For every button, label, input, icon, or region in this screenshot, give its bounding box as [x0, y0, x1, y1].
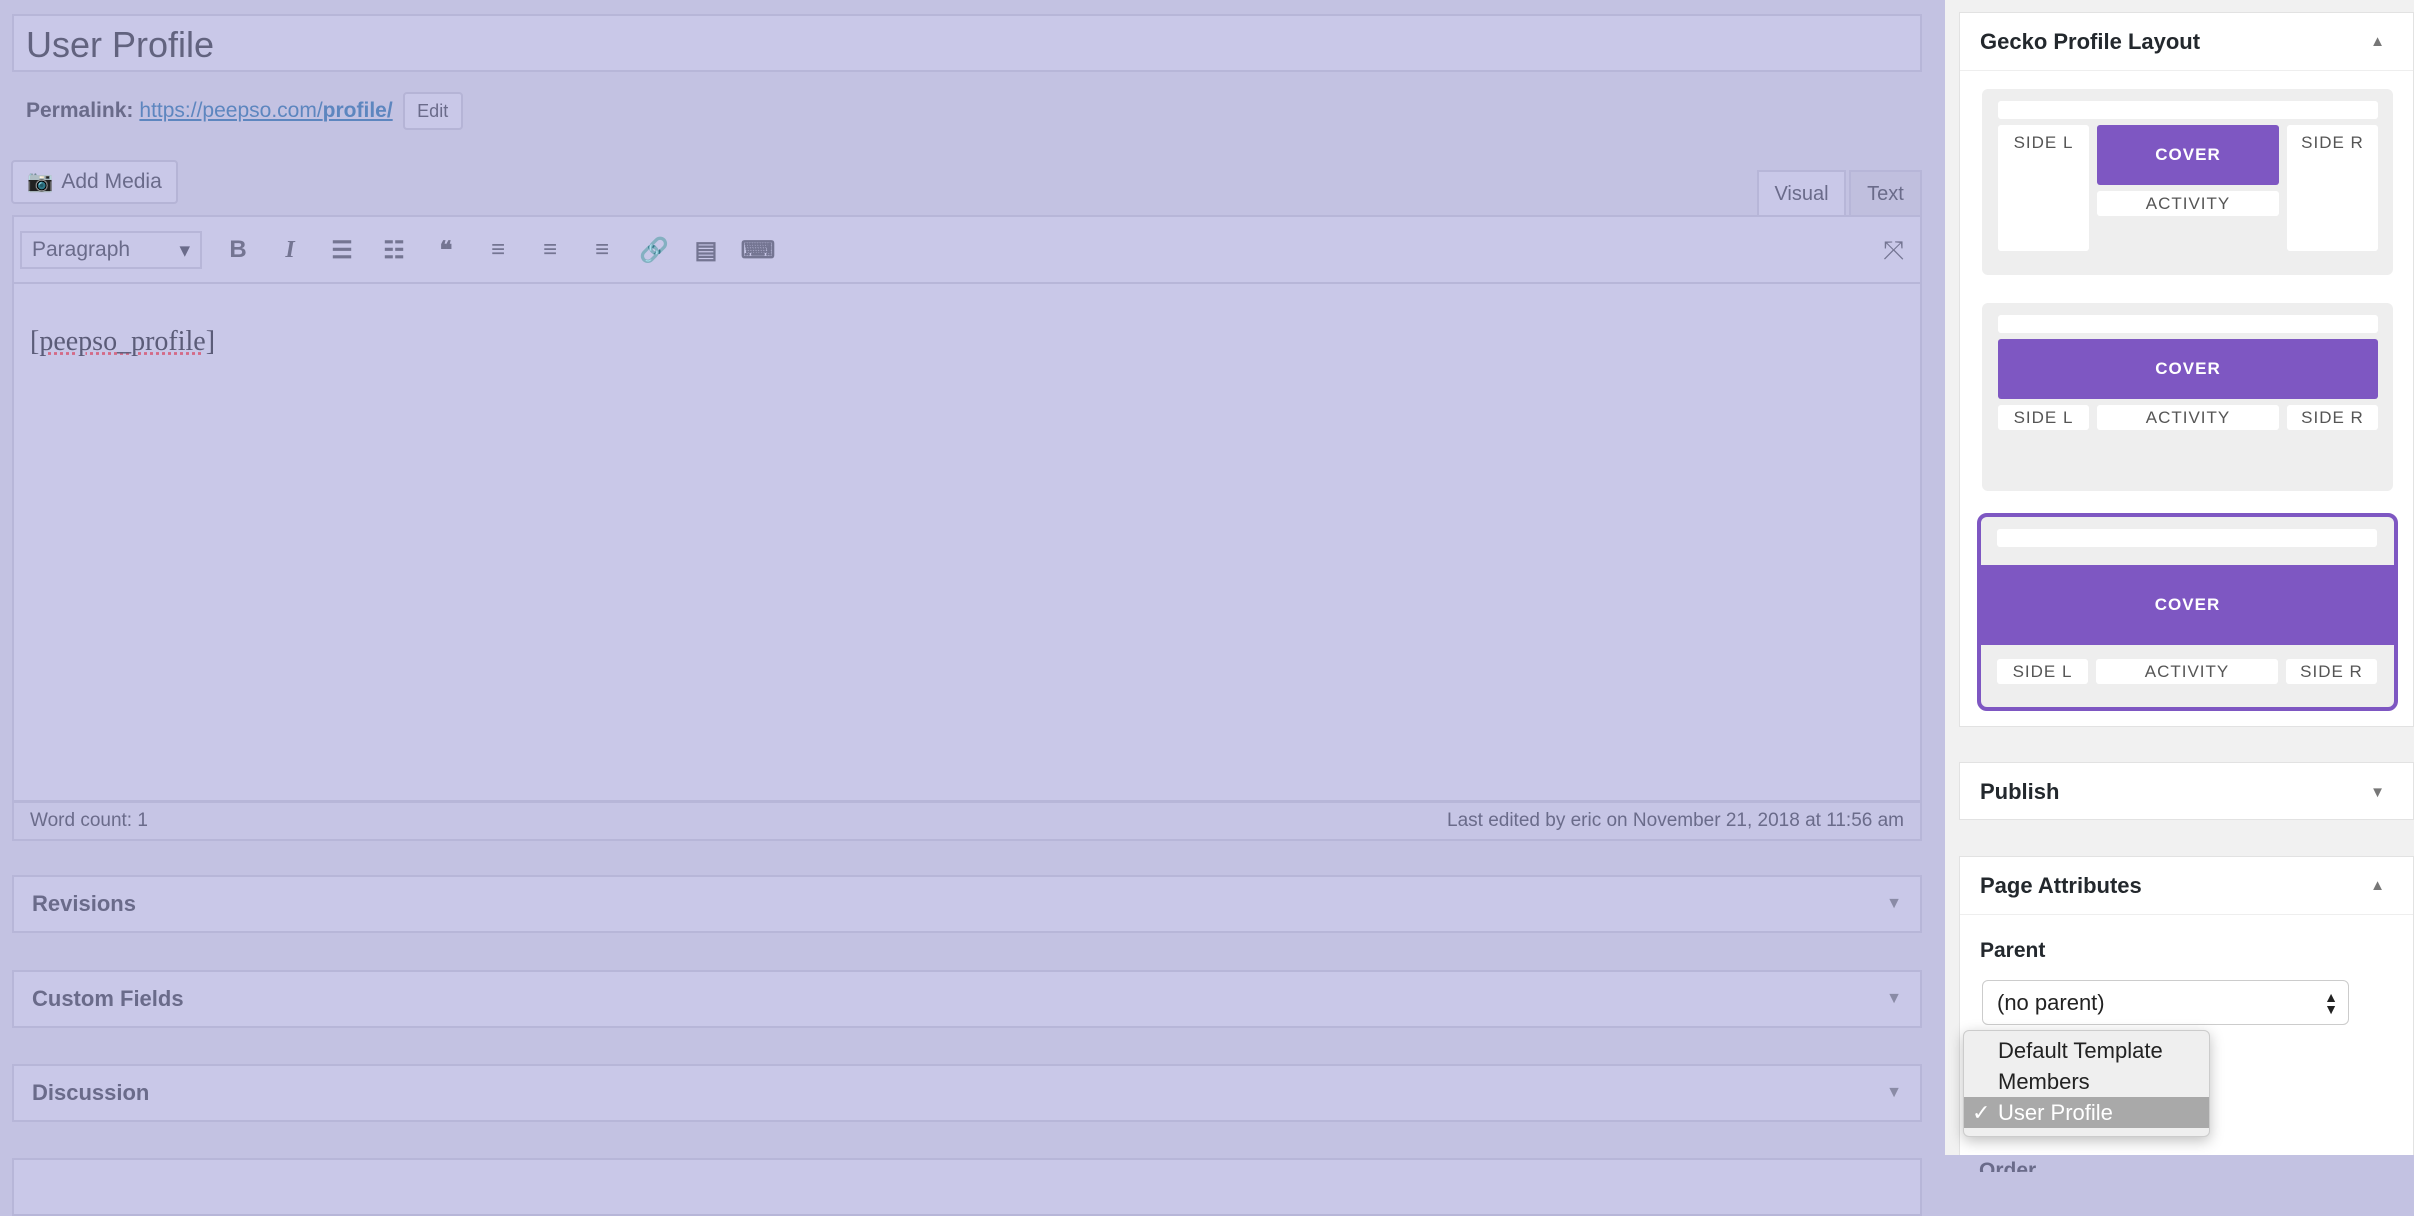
tab-visual[interactable]: Visual — [1757, 170, 1846, 216]
panel-title: Revisions — [32, 891, 136, 916]
layout-option-2[interactable]: COVER SIDE L ACTIVITY SIDE R — [1982, 303, 2393, 491]
checkmark-icon: ✓ — [1972, 1099, 1991, 1125]
last-edited: Last edited by eric on November 21, 2018… — [1447, 810, 1904, 831]
chevron-down-icon[interactable]: ▼ — [1886, 895, 1902, 913]
dropdown-option[interactable]: Members — [1964, 1066, 2209, 1097]
chevron-up-icon[interactable]: ▲ — [2370, 877, 2385, 894]
title-input[interactable]: User Profile — [12, 14, 1922, 72]
permalink-row: Permalink: https://peepso.com/profile/ E… — [26, 92, 463, 130]
bullet-list-icon[interactable]: ☰ — [316, 236, 368, 265]
layout-option-1[interactable]: SIDE L COVER ACTIVITY SIDE R — [1982, 89, 2393, 275]
side-r: SIDE R — [2287, 405, 2378, 430]
panel-title: Discussion — [32, 1080, 150, 1105]
add-media-button[interactable]: 📷 Add Media — [11, 160, 178, 204]
add-media-icon: 📷 — [27, 170, 54, 193]
parent-value: (no parent) — [1997, 989, 2105, 1015]
side-l: SIDE L — [1997, 659, 2088, 684]
overlay-bottom: Order — [1945, 1155, 2414, 1172]
activity: ACTIVITY — [2097, 191, 2279, 216]
box-title: Page Attributes — [1980, 872, 2142, 898]
content-text: [peepso_profile] — [30, 326, 216, 357]
numbered-list-icon[interactable]: ☷ — [368, 236, 420, 265]
publish-box[interactable]: Publish ▼ — [1959, 762, 2414, 820]
option-label: Members — [1998, 1068, 2090, 1094]
activity: ACTIVITY — [2097, 405, 2279, 430]
tab-text[interactable]: Text — [1849, 170, 1922, 216]
layout-header — [1998, 315, 2378, 333]
link-icon[interactable]: 🔗 — [628, 236, 680, 265]
box-title: Publish — [1980, 779, 2060, 804]
option-label: User Profile — [1998, 1099, 2113, 1125]
editor-content[interactable]: [peepso_profile] — [12, 282, 1922, 802]
fullscreen-icon[interactable]: ⤧ — [1883, 235, 1904, 267]
align-left-icon[interactable]: ≡ — [472, 236, 524, 264]
permalink-label: Permalink: — [26, 99, 134, 122]
template-dropdown-menu[interactable]: Default Template Members ✓ User Profile — [1963, 1030, 2210, 1137]
side-r: SIDE R — [2287, 125, 2378, 251]
side-l: SIDE L — [1998, 405, 2089, 430]
activity: ACTIVITY — [2096, 659, 2278, 684]
order-label: Order — [1979, 1159, 2037, 1172]
option-label: Default Template — [1998, 1037, 2163, 1063]
add-media-label: Add Media — [61, 170, 162, 193]
chevron-down-icon[interactable]: ▼ — [2370, 784, 2385, 801]
dropdown-option-selected[interactable]: ✓ User Profile — [1964, 1097, 2209, 1128]
gecko-layout-box: Gecko Profile Layout ▲ SIDE L COVER ACTIV… — [1959, 12, 2414, 727]
status-bar: Word count: 1 Last edited by eric on Nov… — [12, 801, 1922, 841]
permalink-link[interactable]: https://peepso.com/profile/ — [139, 99, 392, 123]
permalink-base: https://peepso.com/ — [139, 99, 323, 122]
blockquote-icon[interactable]: ❝ — [420, 236, 472, 265]
box-title: Gecko Profile Layout — [1980, 28, 2201, 54]
parent-label: Parent — [1980, 939, 2046, 962]
edit-permalink-button[interactable]: Edit — [402, 92, 463, 130]
side-l: SIDE L — [1998, 125, 2089, 251]
panel-title: Custom Fields — [32, 986, 184, 1011]
bold-icon[interactable]: B — [212, 236, 264, 264]
revisions-panel[interactable]: Revisions ▼ — [12, 875, 1922, 933]
custom-fields-panel[interactable]: Custom Fields ▼ — [12, 970, 1922, 1028]
format-select-value: Paragraph — [32, 238, 131, 261]
cover: COVER — [2097, 125, 2279, 185]
chevron-down-icon: ▾ — [179, 238, 190, 262]
more-panel — [12, 1158, 1922, 1216]
format-select[interactable]: Paragraph ▾ — [20, 231, 202, 269]
layout-header — [1998, 101, 2378, 119]
italic-icon[interactable]: I — [264, 237, 316, 264]
layout-header — [1997, 529, 2377, 547]
align-center-icon[interactable]: ≡ — [524, 236, 576, 264]
cover: COVER — [1998, 339, 2378, 399]
chevron-up-icon[interactable]: ▲ — [2370, 33, 2385, 50]
parent-select[interactable]: (no parent) ▲ ▼ — [1982, 980, 2349, 1025]
toolbar-toggle-icon[interactable]: ⌨ — [732, 236, 784, 265]
cover: COVER — [1977, 565, 2398, 645]
read-more-icon[interactable]: ▤ — [680, 236, 732, 265]
dropdown-option[interactable]: Default Template — [1964, 1035, 2209, 1066]
chevron-down-icon[interactable]: ▼ — [1886, 990, 1902, 1008]
side-r: SIDE R — [2286, 659, 2377, 684]
editor-toolbar: Paragraph ▾ B I ☰ ☷ ❝ ≡ ≡ ≡ 🔗 ▤ ⌨ ⤧ — [12, 215, 1922, 283]
align-right-icon[interactable]: ≡ — [576, 236, 628, 264]
discussion-panel[interactable]: Discussion ▼ — [12, 1064, 1922, 1122]
chevron-down-icon[interactable]: ▼ — [1886, 1084, 1902, 1102]
permalink-slug: profile/ — [322, 99, 393, 122]
select-arrows-icon: ▲ ▼ — [2324, 988, 2338, 1017]
layout-option-3-selected[interactable]: COVER SIDE L ACTIVITY SIDE R — [1977, 513, 2398, 711]
word-count: Word count: 1 — [30, 810, 148, 831]
